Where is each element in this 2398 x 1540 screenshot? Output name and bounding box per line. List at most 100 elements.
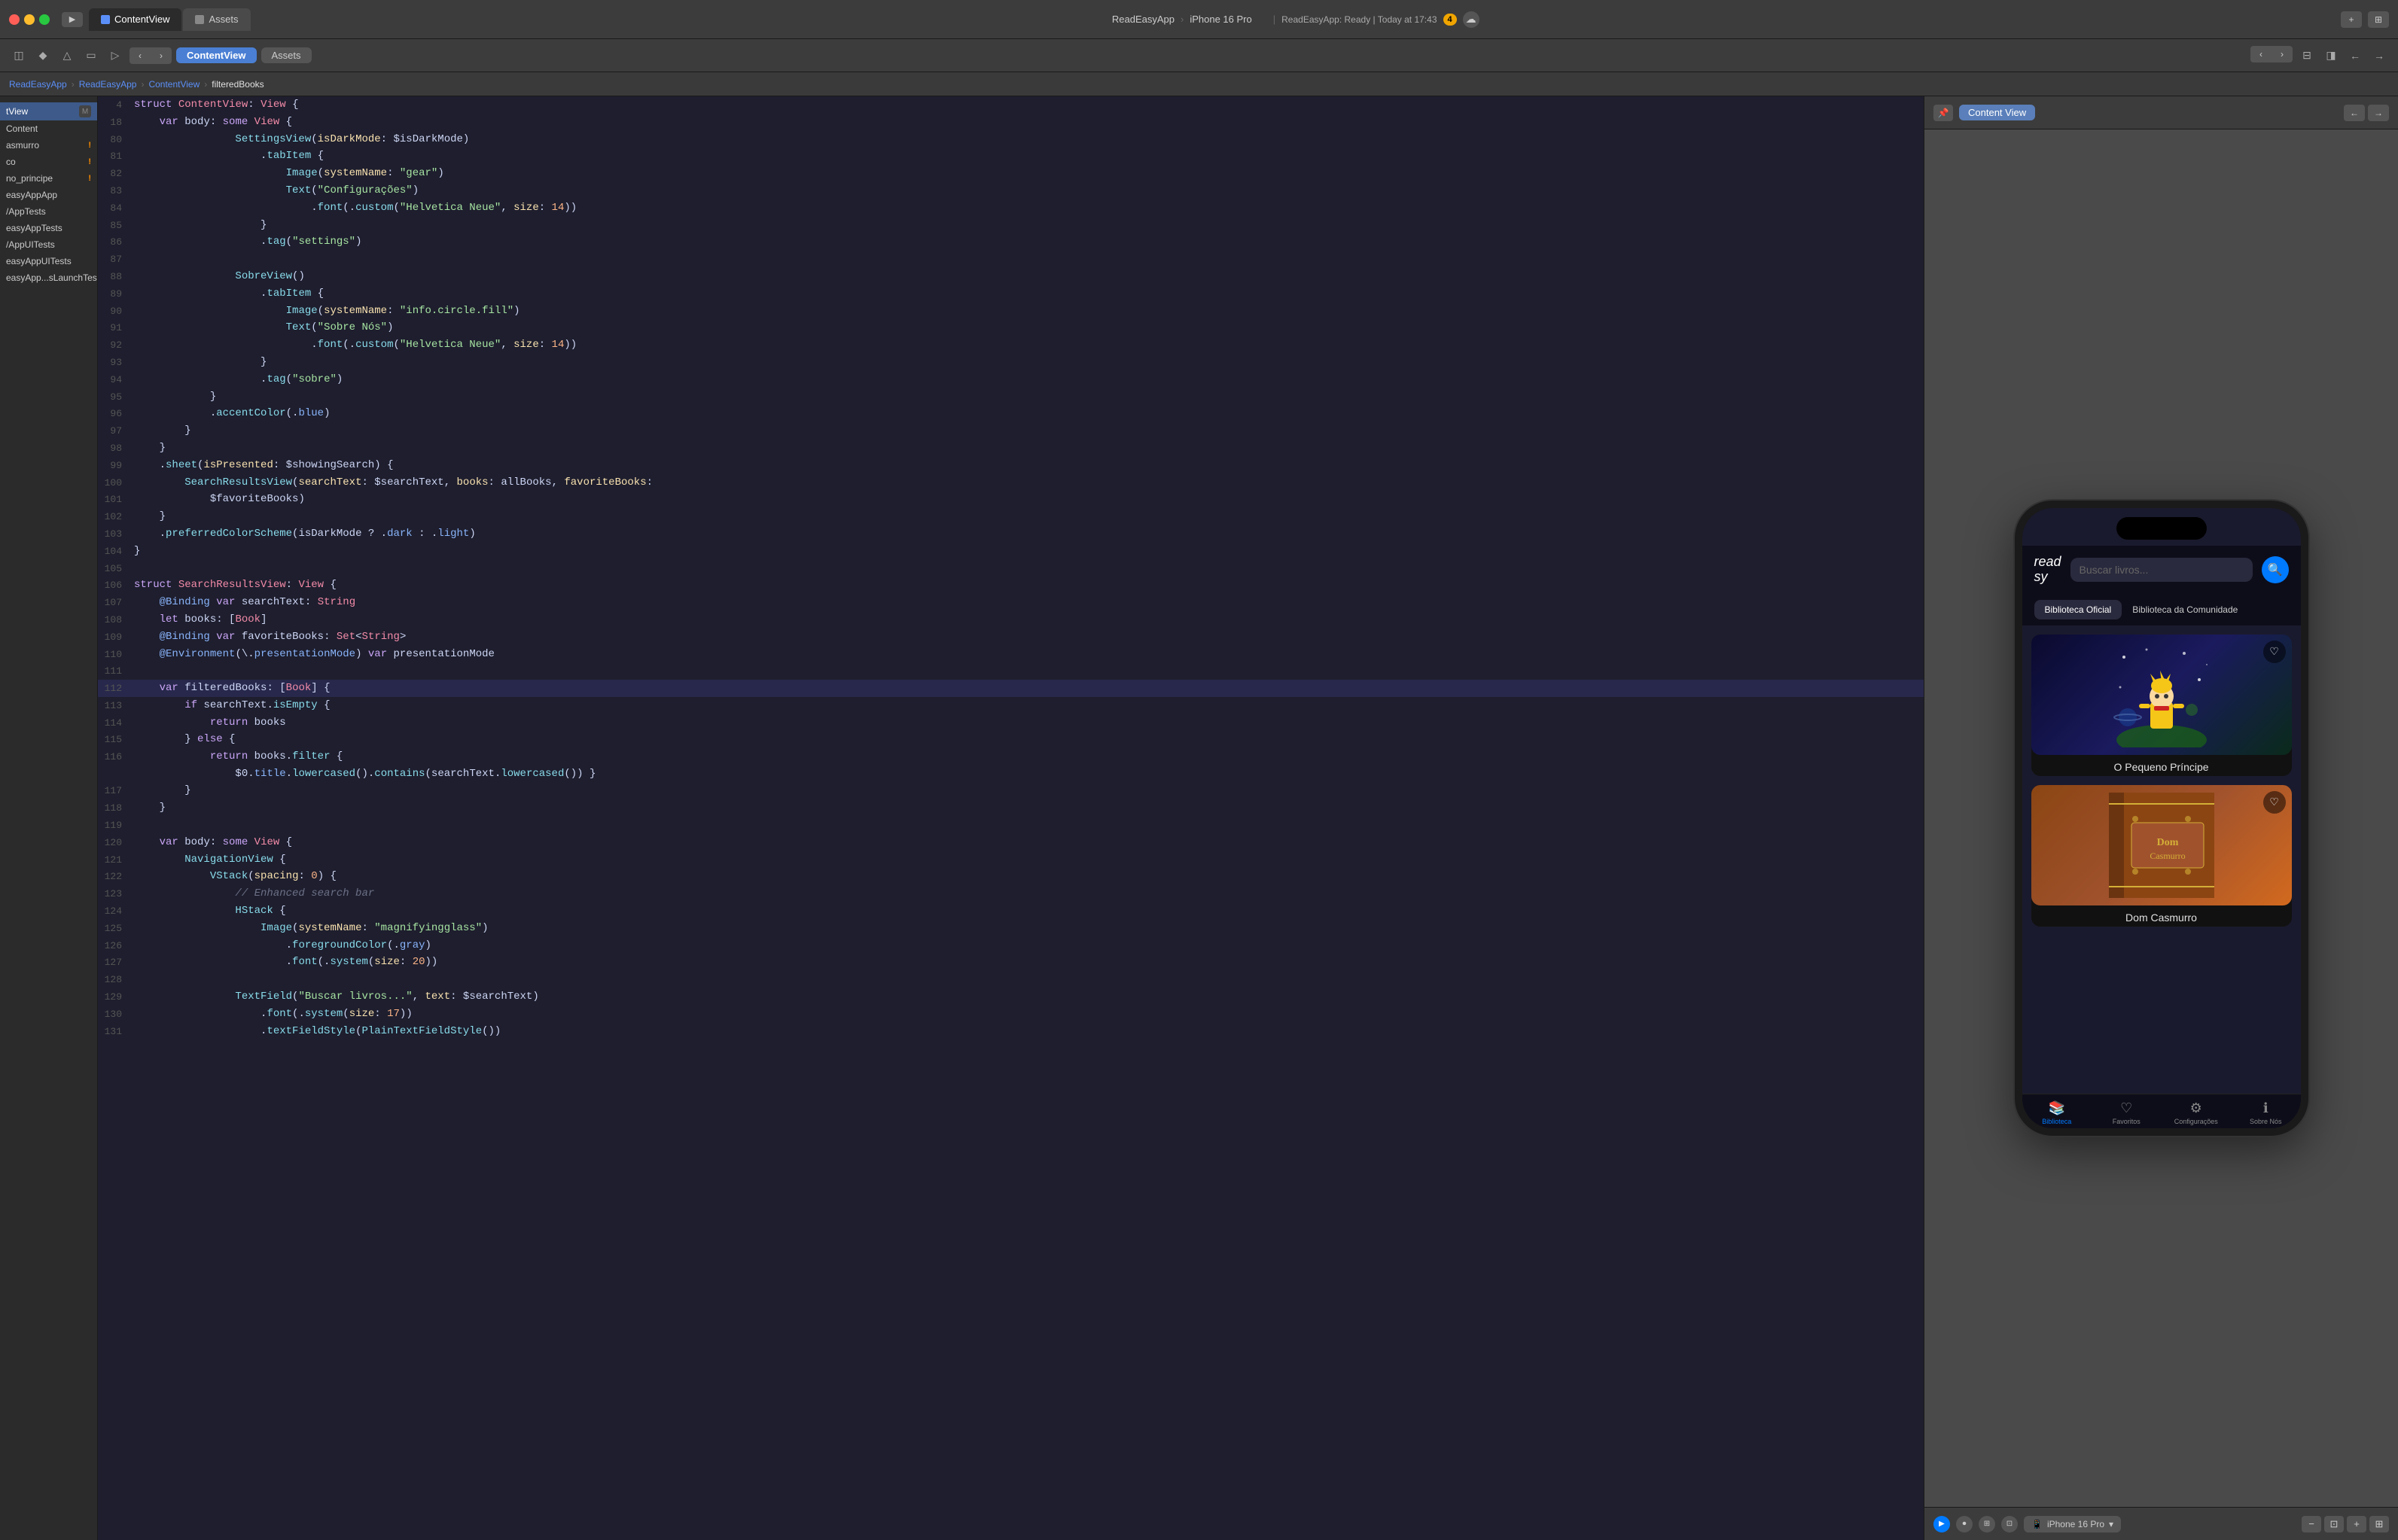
preview-back-button[interactable]: ← (2344, 105, 2365, 121)
app-search-bar[interactable]: Buscar livros... (2070, 558, 2253, 582)
traffic-lights (9, 14, 50, 25)
add-button[interactable]: + (2341, 11, 2362, 28)
breadcrumb-contentView[interactable]: ContentView (148, 79, 200, 90)
zoom-reset-button[interactable]: ⊞ (2369, 1516, 2389, 1532)
code-line-109: 109 @Binding var favoriteBooks: Set<Stri… (98, 628, 1924, 646)
sidebar-item-easyappapp[interactable]: easyAppApp (0, 187, 97, 203)
nav-biblioteca[interactable]: 📚 Biblioteca (2022, 1100, 2092, 1125)
sidebar-item-no-principe[interactable]: no_principe ! (0, 170, 97, 187)
toolbar: ◫ ◆ △ ▭ ▷ ‹ › ContentView Assets ‹ › ⊟ ◨… (0, 39, 2398, 72)
assets-tab[interactable]: Assets (261, 47, 312, 63)
zoom-out-button[interactable]: − (2302, 1516, 2321, 1532)
stop-button[interactable]: ⊞ (1979, 1516, 1995, 1532)
device-selector[interactable]: 📱 iPhone 16 Pro ▾ (2024, 1516, 2121, 1532)
code-line-117: 117 } (98, 782, 1924, 799)
code-line-81: 81 .tabItem { (98, 148, 1924, 165)
code-line-108: 108 let books: [Book] (98, 611, 1924, 628)
code-line-82: 82 Image(systemName: "gear") (98, 165, 1924, 182)
sidebar-item-launchtests[interactable]: easyApp...sLaunchTests (0, 269, 97, 286)
rect-icon-btn[interactable]: ▷ (105, 46, 125, 65)
code-editor[interactable]: 4 struct ContentView: View { 18 var body… (98, 96, 1924, 1540)
sidebar-item-appuitests[interactable]: /AppUITests (0, 236, 97, 253)
tab-biblioteca-comunidade[interactable]: Biblioteca da Comunidade (2122, 600, 2248, 619)
layout-icon-btn[interactable]: ⊟ (2297, 46, 2317, 65)
tab-assets-label: Assets (209, 14, 238, 25)
book-card-pp[interactable]: ♡ O Pequeno Príncipe (2031, 635, 2292, 776)
right-back-button[interactable]: ‹ (2250, 46, 2272, 62)
diamond-icon-btn[interactable]: ◆ (33, 46, 53, 65)
book-list: ♡ O Pequeno Príncipe (2022, 625, 2301, 1094)
code-line-101: 101 $favoriteBooks) (98, 491, 1924, 508)
title-center: ReadEasyApp › iPhone 16 Pro | ReadEasyAp… (251, 11, 2342, 28)
tab-assets[interactable]: Assets (183, 8, 250, 31)
book-title-pp: O Pequeno Príncipe (2031, 755, 2292, 776)
favorite-dc-button[interactable]: ♡ (2263, 791, 2286, 814)
book-cover-dc: Dom Casmurro (2031, 785, 2292, 905)
code-line-87: 87 (98, 251, 1924, 268)
nav-back-button[interactable]: ‹ (129, 47, 151, 64)
code-line-89: 89 .tabItem { (98, 285, 1924, 303)
warning-badge[interactable]: 4 (1443, 14, 1457, 26)
hide-right-button[interactable]: ◨ (2321, 46, 2341, 65)
maximize-button[interactable] (39, 14, 50, 25)
code-line-113: 113 if searchText.isEmpty { (98, 697, 1924, 714)
code-line-88: 88 SobreView() (98, 268, 1924, 285)
preview-forward-button[interactable]: → (2368, 105, 2389, 121)
zoom-fit-button[interactable]: ⊡ (2324, 1516, 2344, 1532)
code-line-104: 104 } (98, 543, 1924, 560)
sidebar-item-apptests[interactable]: /AppTests (0, 203, 97, 220)
svg-text:Casmurro: Casmurro (2150, 851, 2185, 861)
tab-content-view-label: ContentView (114, 14, 169, 25)
code-line-116b: $0.title.lowercased().contains(searchTex… (98, 765, 1924, 782)
preview-toolbar: 📌 Content View ← → (1924, 96, 2398, 129)
content-view-tab[interactable]: ContentView (176, 47, 257, 63)
phone-icon: 📱 (2031, 1519, 2043, 1529)
sidebar-item-co[interactable]: co ! (0, 154, 97, 170)
code-line-105: 105 (98, 560, 1924, 577)
triangle-icon-btn[interactable]: △ (57, 46, 77, 65)
sidebar-item-tview[interactable]: tView M (0, 102, 97, 120)
code-line-114: 114 return books (98, 714, 1924, 732)
minimize-button[interactable] (24, 14, 35, 25)
editor-area: 4 struct ContentView: View { 18 var body… (98, 96, 1924, 1540)
nav-sobre[interactable]: ℹ Sobre Nós (2231, 1100, 2301, 1125)
hide-navigator-button[interactable]: ◫ (9, 46, 29, 65)
breadcrumb-readEasyApp2[interactable]: ReadEasyApp (79, 79, 137, 90)
nav-favoritos[interactable]: ♡ Favoritos (2092, 1100, 2162, 1125)
tab-biblioteca-oficial[interactable]: Biblioteca Oficial (2034, 600, 2122, 619)
inspect-button[interactable]: ⊡ (2001, 1516, 2018, 1532)
code-line-111: 111 (98, 662, 1924, 680)
sidebar-item-easyappuitests[interactable]: easyAppUITests (0, 253, 97, 269)
zoom-in-button[interactable]: + (2347, 1516, 2366, 1532)
search-button[interactable]: 🔍 (2262, 556, 2289, 583)
sidebar-item-asmurro[interactable]: asmurro ! (0, 137, 97, 154)
favorite-pp-button[interactable]: ♡ (2263, 641, 2286, 663)
run-button[interactable]: ▶ (62, 12, 83, 27)
arrow-left-icon[interactable]: ← (2345, 46, 2365, 65)
square-icon-btn[interactable]: ▭ (81, 46, 101, 65)
code-line-93: 93 } (98, 354, 1924, 371)
breadcrumb-filteredBooks[interactable]: filteredBooks (212, 79, 264, 90)
sidebar-item-easyapptests[interactable]: easyAppTests (0, 220, 97, 236)
nav-configuracoes[interactable]: ⚙ Configurações (2162, 1100, 2232, 1125)
layout-button[interactable]: ⊞ (2368, 11, 2389, 28)
preview-panel: 📌 Content View ← → read sy (1924, 96, 2398, 1540)
sidebar-item-content[interactable]: Content (0, 120, 97, 137)
arrow-right-icon[interactable]: → (2369, 46, 2389, 65)
code-line-116a: 116 return books.filter { (98, 748, 1924, 765)
record-button[interactable]: ⏺ (1956, 1516, 1973, 1532)
right-forward-button[interactable]: › (2272, 46, 2293, 62)
nav-forward-button[interactable]: › (151, 47, 172, 64)
code-line-120: 120 var body: some View { (98, 834, 1924, 851)
book-card-dc[interactable]: Dom Casmurro ♡ (2031, 785, 2292, 927)
pin-button[interactable]: 📌 (1933, 105, 1953, 121)
right-nav-segment: ‹ › (2250, 46, 2293, 65)
breadcrumb-readEasyApp[interactable]: ReadEasyApp (9, 79, 67, 90)
play-button[interactable]: ▶ (1933, 1516, 1950, 1532)
code-line-122: 122 VStack(spacing: 0) { (98, 868, 1924, 885)
tab-content-view[interactable]: ContentView (89, 8, 181, 31)
close-button[interactable] (9, 14, 20, 25)
code-line-130: 130 .font(.system(size: 17)) (98, 1006, 1924, 1023)
code-line-129: 129 TextField("Buscar livros...", text: … (98, 988, 1924, 1006)
code-line-90: 90 Image(systemName: "info.circle.fill") (98, 303, 1924, 320)
